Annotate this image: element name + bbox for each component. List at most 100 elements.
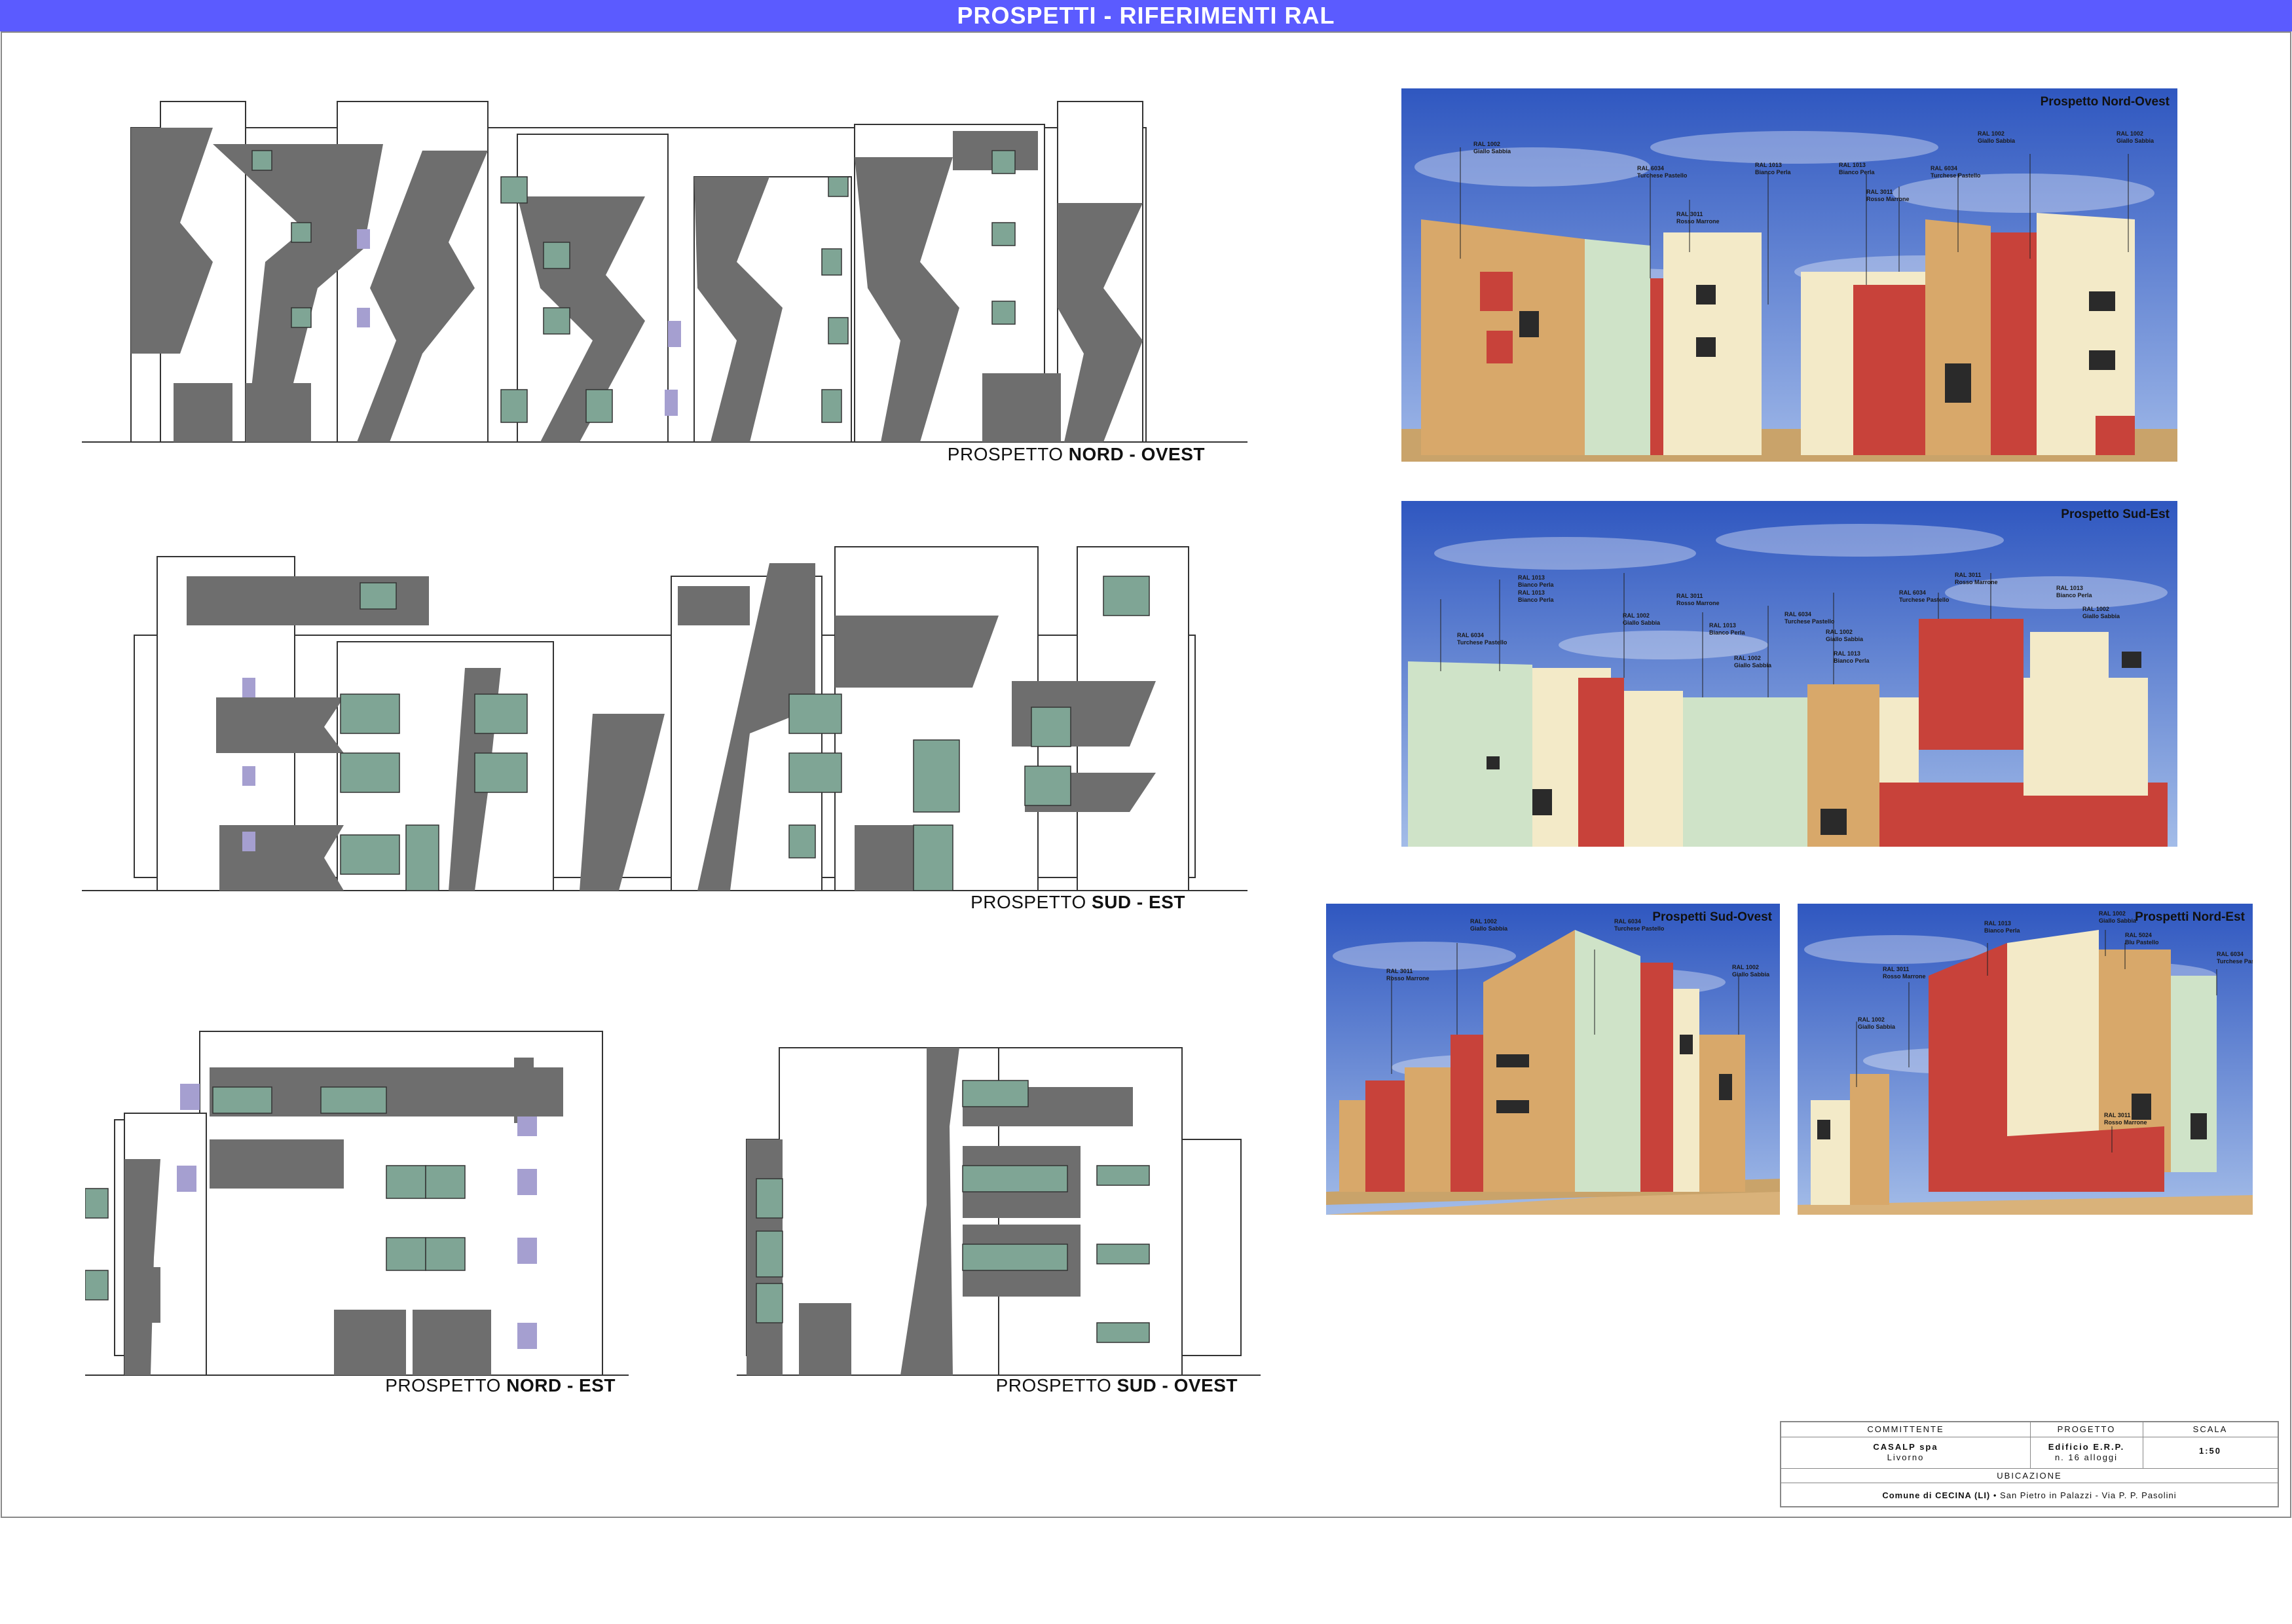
scala-value: 1:50 <box>2198 1446 2222 1456</box>
ubicazione-comune: Comune di CECINA (LI) <box>1882 1490 1991 1500</box>
ral-label: RAL 3011 Rosso Marrone <box>1866 189 1910 203</box>
ral-color-name: Bianco Perla <box>1834 657 1870 664</box>
committente-city: Livorno <box>1887 1452 1925 1462</box>
caption-sud-est-bold: SUD - EST <box>1092 892 1185 912</box>
committente-name: CASALP spa <box>1873 1442 1938 1452</box>
ral-code: RAL 1013 <box>1755 162 1782 168</box>
ral-code: RAL 6034 <box>1899 589 1926 596</box>
ral-label: RAL 1013 Bianco Perla <box>2056 585 2092 599</box>
ral-color-name: Bianco Perla <box>1518 581 1554 588</box>
ral-label: RAL 1013 Bianco Perla <box>1709 622 1745 637</box>
elevation-sud-est-drawing <box>82 546 1248 891</box>
caption-sud-ovest: PROSPETTO SUD - OVEST <box>956 1375 1238 1396</box>
ral-color-name: Rosso Marrone <box>1676 218 1720 225</box>
divider <box>1781 1468 2278 1469</box>
ral-label: RAL 3011 Rosso Marrone <box>1676 211 1720 225</box>
ral-color-name: Blu Pastello <box>2125 939 2159 946</box>
ral-code: RAL 6034 <box>1637 165 1664 172</box>
ral-color-name: Rosso Marrone <box>1676 600 1720 606</box>
ral-color-name: Giallo Sabbia <box>1826 636 1864 642</box>
ral-label: RAL 1002 Giallo Sabbia <box>2116 130 2154 145</box>
scala-label: SCALA <box>2192 1424 2228 1434</box>
ral-code: RAL 3011 <box>1676 593 1703 599</box>
title-block: COMMITTENTE CASALP spa Livorno PROGETTO … <box>1780 1421 2279 1507</box>
ral-color-name: Giallo Sabbia <box>1473 148 1511 155</box>
ral-color-name: Bianco Perla <box>1984 927 2020 934</box>
ral-color-name: Turchese Pastello <box>1637 172 1688 179</box>
render-nord-ovest-image <box>1401 88 2177 462</box>
ral-code: RAL 6034 <box>1457 632 1484 638</box>
ral-label: RAL 6034Turchese Pastello <box>1457 632 1507 646</box>
ral-color-name: Giallo Sabbia <box>1732 971 1770 978</box>
render-sud-ovest: Prospetti Sud-Ovest RAL 3011 Rosso Marron… <box>1326 904 1780 1215</box>
ral-color-name: Bianco Perla <box>1755 169 1791 175</box>
ral-code: RAL 6034 <box>1784 611 1811 618</box>
ral-code: RAL 6034 <box>2217 951 2244 957</box>
ral-label: RAL 5024 Blu Pastello <box>2125 932 2159 946</box>
render-nord-est-title: Prospetti Nord-Est <box>2135 910 2245 924</box>
ral-code: RAL 1002 <box>1734 655 1761 661</box>
ral-code: RAL 1002 <box>1826 629 1853 635</box>
ral-code: RAL 1002 <box>1858 1016 1885 1023</box>
ral-label: RAL 6034Turchese Pastello <box>2217 951 2253 965</box>
caption-sud-ovest-bold: SUD - OVEST <box>1117 1375 1238 1395</box>
ral-code: RAL 1002 <box>1732 964 1759 970</box>
ral-code: RAL 3011 <box>2104 1112 2131 1118</box>
ral-label: RAL 1013 Bianco Perla <box>1755 162 1791 176</box>
progetto-label: PROGETTO <box>2057 1424 2116 1434</box>
ral-label: RAL 1002 Giallo Sabbia <box>1858 1016 1895 1031</box>
ral-label: RAL 6034Turchese Pastello <box>1784 611 1834 625</box>
caption-sud-est: PROSPETTO SUD - EST <box>871 892 1185 913</box>
ubicazione-value: Comune di CECINA (LI) • San Pietro in Pa… <box>1781 1490 2278 1500</box>
elevation-sud-ovest-drawing <box>737 1047 1261 1376</box>
ral-code: RAL 1013 <box>2056 585 2083 591</box>
ral-label: RAL 6034Turchese Pastello <box>1637 165 1687 179</box>
render-nord-est-image <box>1798 904 2253 1215</box>
render-sud-ovest-title: Prospetti Sud-Ovest <box>1652 910 1772 924</box>
ral-label: RAL 6034Turchese Pastello <box>1931 165 1980 179</box>
ral-color-name: Bianco Perla <box>1839 169 1875 175</box>
ral-code: RAL 3011 <box>1955 572 1982 578</box>
caption-nord-est: PROSPETTO NORD - EST <box>367 1375 616 1396</box>
ral-color-name: Giallo Sabbia <box>1623 619 1661 626</box>
ral-code: RAL 5024 <box>2125 932 2152 938</box>
ral-color-name: Giallo Sabbia <box>1734 662 1772 669</box>
ral-code: RAL 1002 <box>2116 130 2143 137</box>
ubicazione-address: • San Pietro in Palazzi - Via P. P. Paso… <box>1990 1490 2177 1500</box>
ral-code: RAL 1002 <box>1473 141 1500 147</box>
ral-color-name: Giallo Sabbia <box>1470 925 1508 932</box>
ral-code: RAL 6034 <box>1614 918 1641 925</box>
ral-label: RAL 1002 Giallo Sabbia <box>2082 606 2120 620</box>
ral-code: RAL 3011 <box>1676 211 1703 217</box>
render-nord-est: Prospetti Nord-Est RAL 1002 Giallo Sabbia… <box>1798 904 2253 1215</box>
caption-nord-est-prefix: PROSPETTO <box>385 1375 507 1395</box>
ral-color-name: Giallo Sabbia <box>2082 613 2120 619</box>
caption-nord-ovest-bold: NORD - OVEST <box>1068 444 1205 464</box>
ral-code: RAL 1013 <box>1839 162 1866 168</box>
ral-label: RAL 1002 Giallo Sabbia <box>1734 655 1771 669</box>
elevation-nord-est <box>85 1008 629 1382</box>
ral-label: RAL 1002 Giallo Sabbia <box>1732 964 1769 978</box>
ral-label: RAL 1002 Giallo Sabbia <box>1470 918 1507 932</box>
ral-label: RAL 3011 Rosso Marrone <box>1386 968 1430 982</box>
ral-color-name: Rosso Marrone <box>1955 579 1998 585</box>
ral-code: RAL 1002 <box>2099 910 2126 917</box>
ral-code: RAL 1002 <box>1470 918 1497 925</box>
render-sud-est: Prospetto Sud-Est RAL 6034 Turchese Paste… <box>1401 501 2177 847</box>
ral-color-name: Rosso Marrone <box>1883 973 1926 980</box>
ral-label: RAL 1002 Giallo Sabbia <box>1826 629 1863 643</box>
ral-code: RAL 6034 <box>1931 165 1957 172</box>
caption-sud-est-prefix: PROSPETTO <box>970 892 1092 912</box>
ral-color-name: Rosso Marrone <box>2104 1119 2147 1126</box>
page-title: PROSPETTI - RIFERIMENTI RAL <box>0 0 2292 31</box>
committente-label: COMMITTENTE <box>1867 1424 1944 1434</box>
caption-nord-ovest-prefix: PROSPETTO <box>947 444 1069 464</box>
ral-color-name: Turchese Pastello <box>1614 925 1665 932</box>
ral-code: RAL 3011 <box>1883 966 1910 972</box>
ral-color-name: Bianco Perla <box>1709 629 1745 636</box>
ral-color-name: Giallo Sabbia <box>2116 138 2154 144</box>
ral-label: RAL 6034Turchese Pastello <box>1614 918 1664 932</box>
ral-color-name: Turchese Pastello <box>1784 618 1835 625</box>
ubicazione-label: UBICAZIONE <box>1997 1471 2062 1481</box>
ral-code: RAL 1002 <box>2082 606 2109 612</box>
